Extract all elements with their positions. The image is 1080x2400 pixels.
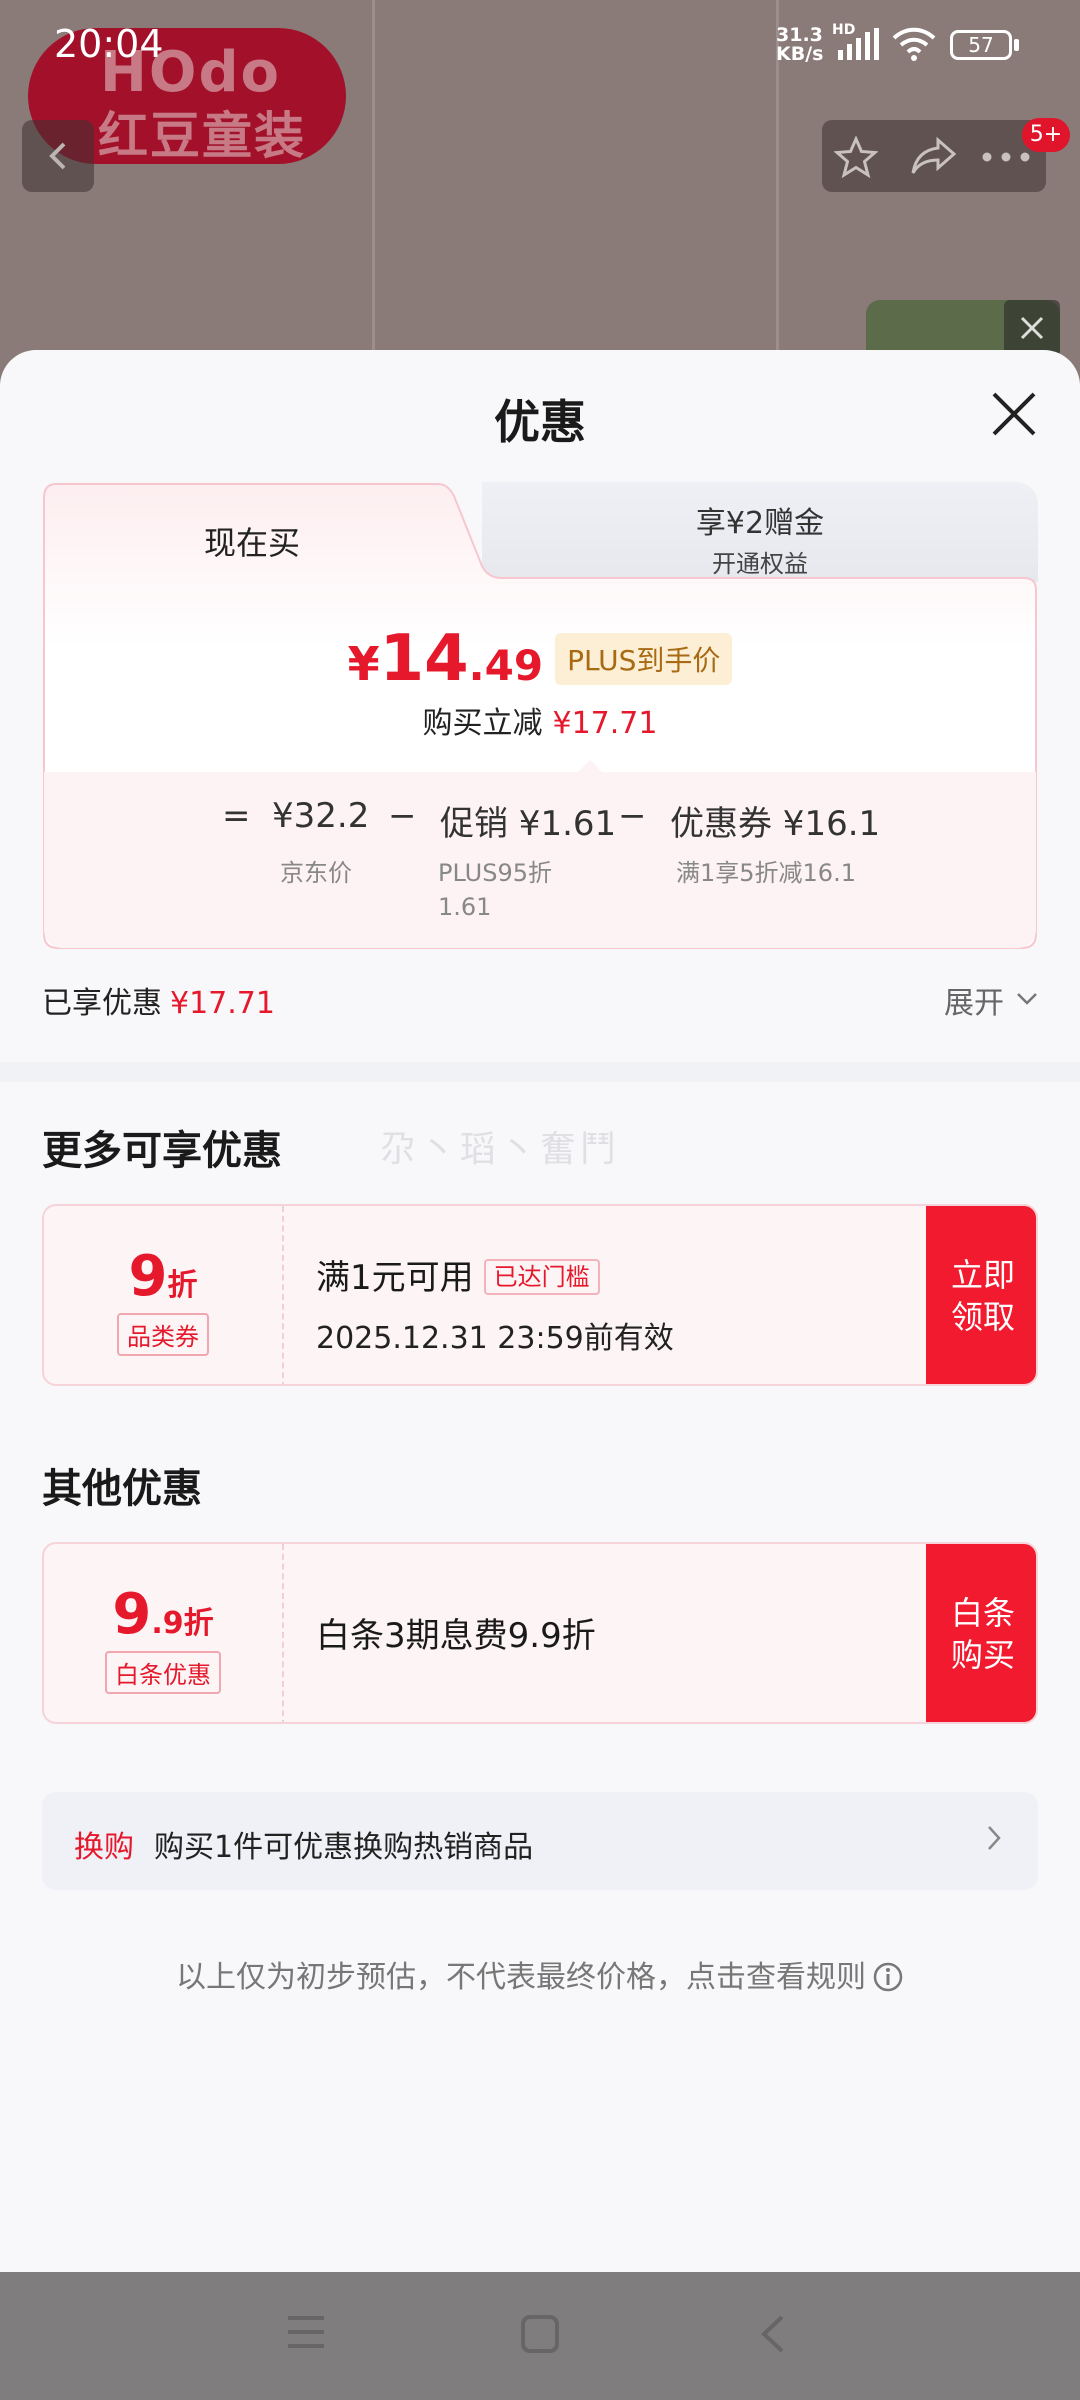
sheet-title: 优惠 — [494, 395, 586, 449]
more-discounts-title: 更多可享优惠 — [42, 1128, 282, 1174]
rules-note-text: 以上仅为初步预估，不代表最终价格，点击查看规则 — [176, 1960, 866, 1995]
share-icon[interactable] — [910, 136, 958, 176]
price-line: ¥14.49 PLUS到手价 — [42, 622, 1038, 702]
baitiao-discount-value: 9.9折 — [44, 1582, 282, 1647]
coupon-discount-block: 9折 品类券 — [44, 1206, 284, 1384]
chevron-left-icon — [49, 142, 66, 170]
chevron-down-icon — [1017, 993, 1037, 1005]
instant-reduction-value: ¥17.71 — [552, 706, 658, 741]
threshold-met-tag: 已达门槛 — [483, 1259, 600, 1295]
close-icon[interactable] — [988, 388, 1040, 440]
exchange-text: 购买1件可优惠换购热销商品 — [154, 1830, 534, 1865]
jd-price-label: 京东价 — [280, 859, 352, 887]
baitiao-tag: 白条优惠 — [105, 1651, 221, 1694]
promo-value: 促销 ¥1.61 — [440, 804, 617, 844]
baitiao-description: 白条3期息费9.9折 — [316, 1616, 596, 1656]
battery-indicator: 57 — [950, 30, 1012, 60]
promo-detail-line2: 1.61 — [438, 893, 492, 921]
tab-now-buy[interactable]: 现在买 — [42, 518, 462, 564]
baitiao-buy-button[interactable]: 白条 购买 — [926, 1544, 1036, 1722]
chevron-right-icon — [988, 1826, 1001, 1850]
coupon-expiry: 2025.12.31 23:59前有效 — [316, 1321, 674, 1356]
category-coupon: 9折 品类券 满1元可用 已达门槛 2025.12.31 23:59前有效 立即领… — [42, 1204, 1038, 1386]
price-currency: ¥ — [347, 637, 380, 691]
coupon-condition-text: 满1元可用 — [316, 1258, 474, 1298]
back-nav-icon[interactable] — [758, 2314, 786, 2354]
breakdown-pointer — [576, 760, 604, 774]
enjoyed-label: 已享优惠 — [42, 986, 162, 1021]
coupon-condition: 满1元可用 已达门槛 — [316, 1250, 674, 1299]
promo-detail-line1: PLUS95折 — [438, 859, 552, 887]
system-nav-bar — [0, 2272, 1080, 2400]
plus-price-tag: PLUS到手价 — [555, 633, 733, 685]
watermark: 尕丶瑫丶奮鬥 — [380, 1129, 621, 1170]
enjoyed-discount: 已享优惠 ¥17.71 — [42, 978, 275, 1022]
more-icon[interactable] — [982, 152, 1030, 162]
section-divider — [0, 1062, 1080, 1082]
coupon-detail: 满1享5折减16.1 — [676, 859, 856, 887]
coupon-discount-unit: 折 — [167, 1268, 198, 1303]
star-icon[interactable] — [834, 136, 878, 178]
home-icon[interactable] — [520, 2314, 560, 2354]
status-time: 20:04 — [54, 22, 164, 66]
claim-button-line2: 领取 — [950, 1298, 1015, 1336]
jd-price: ¥32.2 — [272, 796, 370, 836]
claim-coupon-button[interactable]: 立即 领取 — [926, 1206, 1036, 1384]
wifi-icon — [892, 27, 936, 61]
baitiao-button-line2: 购买 — [950, 1636, 1015, 1674]
signal-icon — [838, 28, 879, 60]
net-speed-unit: KB/s — [776, 43, 824, 65]
status-bar: 20:04 31.3 KB/s HD 57 — [0, 0, 1080, 90]
expand-button[interactable]: 展开 — [944, 978, 1037, 1022]
other-discounts-title: 其他优惠 — [42, 1466, 202, 1512]
message-count-badge: 5+ — [1022, 118, 1070, 152]
brand-logo-subtext: 红豆童装 — [98, 107, 306, 165]
floating-widget-close[interactable] — [1004, 300, 1060, 356]
exchange-label: 换购 — [74, 1830, 134, 1865]
final-price: ¥14.49 — [348, 622, 543, 696]
info-icon[interactable] — [872, 1961, 904, 1993]
expand-label: 展开 — [944, 986, 1004, 1021]
discount-sheet: 优惠 享¥2赠金 开通权益 现在买 ¥14.49 PLUS到手价 购买立减 ¥17.… — [0, 350, 1080, 2272]
top-actions — [822, 120, 1046, 192]
minus-sign: − — [388, 796, 417, 836]
baitiao-discount-number: 9 — [112, 1582, 152, 1647]
price-decimal: .49 — [468, 641, 544, 690]
coupon-value: 优惠券 ¥16.1 — [670, 804, 881, 844]
rules-note[interactable]: 以上仅为初步预估，不代表最终价格，点击查看规则 — [0, 1952, 1080, 1996]
equals-sign: = — [222, 796, 251, 836]
instant-reduction-label: 购买立减 — [422, 706, 543, 741]
back-button[interactable] — [22, 120, 94, 192]
price-card: 享¥2赠金 开通权益 现在买 ¥14.49 PLUS到手价 购买立减 ¥17.71 … — [42, 482, 1038, 950]
coupon-discount-number: 9 — [128, 1244, 168, 1309]
baitiao-discount-unit: .9折 — [151, 1606, 214, 1641]
price-breakdown: = ¥32.2 京东价 − 促销 ¥1.61 PLUS95折 1.61 − 优惠券… — [44, 772, 1036, 948]
baitiao-discount-block: 9.9折 白条优惠 — [44, 1544, 284, 1722]
coupon-discount: 9折 — [44, 1244, 282, 1309]
exchange-purchase-row[interactable]: 换购 购买1件可优惠换购热销商品 — [42, 1792, 1038, 1890]
claim-button-line1: 立即 — [950, 1256, 1015, 1294]
net-speed: 31.3 KB/s — [776, 26, 823, 64]
price-integer: 14 — [379, 622, 469, 696]
minus-sign: − — [618, 796, 647, 836]
baitiao-button-line1: 白条 — [950, 1594, 1015, 1632]
promo-detail: PLUS95折 1.61 — [438, 856, 552, 924]
enjoyed-value: ¥17.71 — [170, 986, 275, 1021]
battery-tip — [1014, 39, 1019, 51]
baitiao-discount: 9.9折 白条优惠 白条3期息费9.9折 白条购买 — [42, 1542, 1038, 1724]
close-icon — [1020, 316, 1044, 340]
coupon-details: 满1元可用 已达门槛 2025.12.31 23:59前有效 — [316, 1250, 674, 1357]
coupon-type-tag: 品类券 — [117, 1313, 209, 1356]
menu-icon[interactable] — [286, 2314, 326, 2350]
instant-reduction: 购买立减 ¥17.71 — [42, 698, 1038, 742]
